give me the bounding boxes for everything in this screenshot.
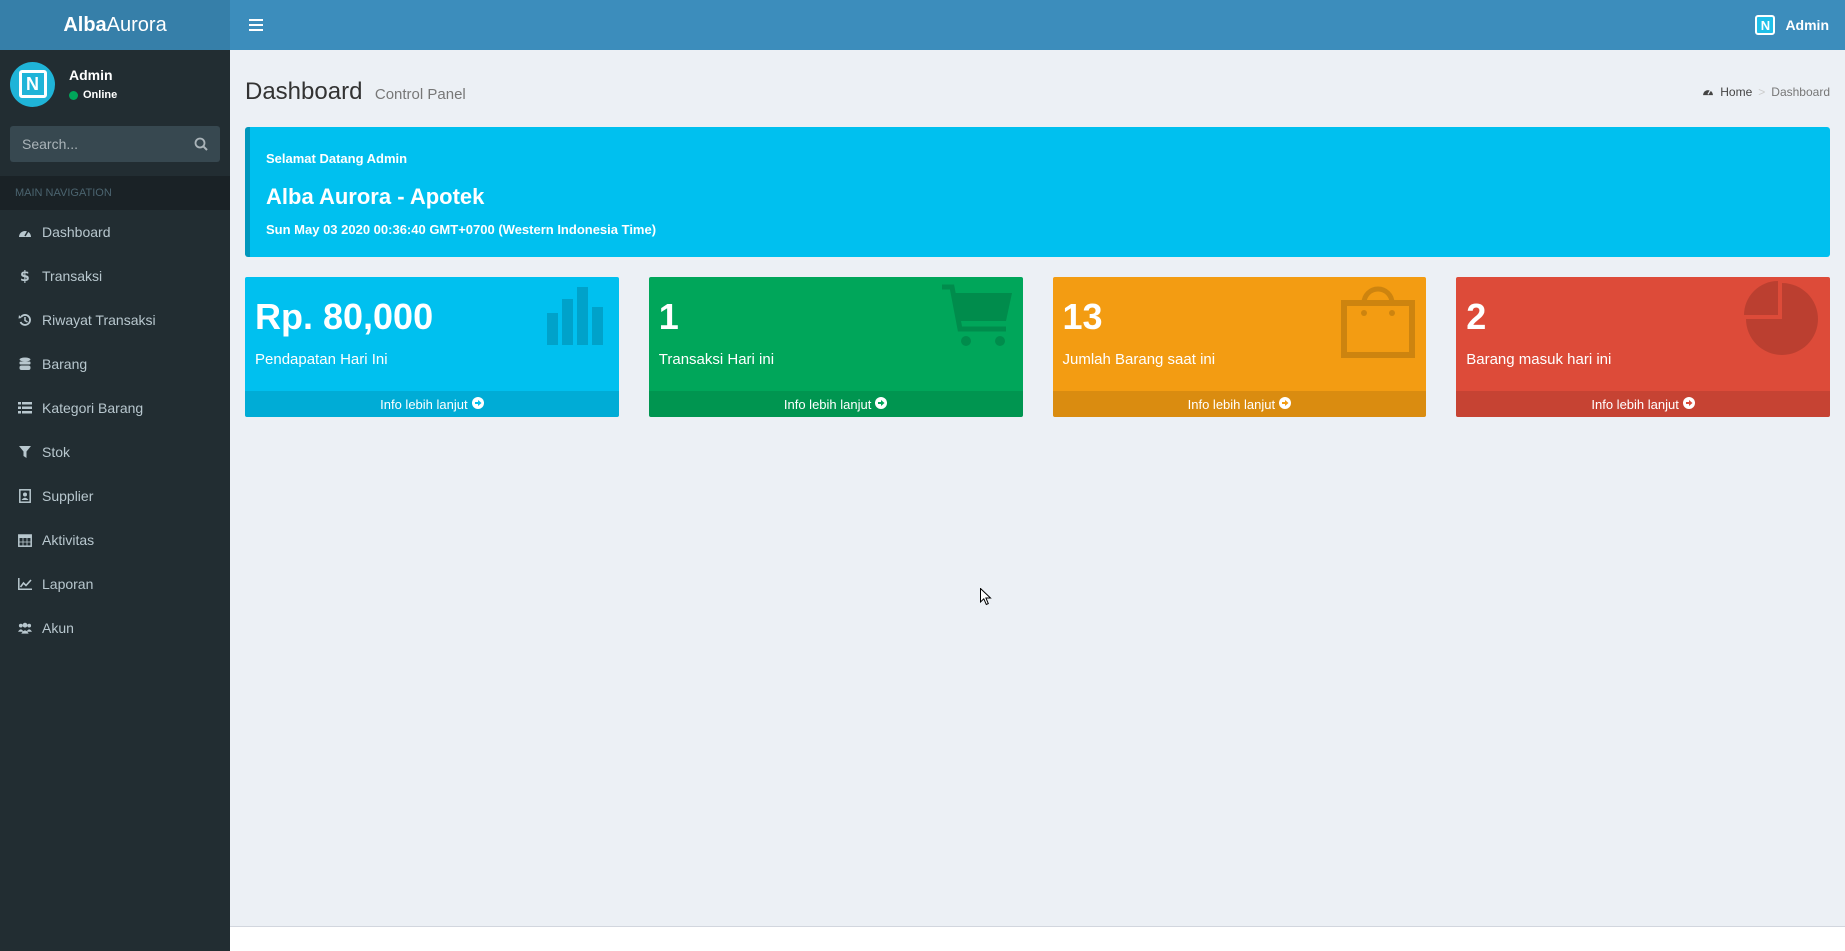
footer-text: Info lebih lanjut xyxy=(1187,396,1276,412)
sidebar: N Admin Online MAIN NAVIGATION Dashboard… xyxy=(0,50,230,951)
svg-text:$: $ xyxy=(20,269,30,283)
stat-value: 13 xyxy=(1062,296,1103,337)
sidebar-item-aktivitas[interactable]: Aktivitas xyxy=(0,518,230,562)
stat-value: 1 xyxy=(658,296,679,337)
stat-label: Barang masuk hari ini xyxy=(1466,351,1612,368)
sidebar-item-label: Dashboard xyxy=(42,224,111,240)
sidebar-item-label: Laporan xyxy=(42,576,94,592)
sidebar-menu: Dashboard $ Transaksi Riwayat Transaksi … xyxy=(0,210,230,650)
sidebar-item-laporan[interactable]: Laporan xyxy=(0,562,230,606)
dashboard-icon xyxy=(18,225,32,239)
list-icon xyxy=(18,401,32,415)
stat-value: 2 xyxy=(1466,296,1487,337)
breadcrumb-current: Dashboard xyxy=(1771,84,1830,99)
logo-light: Aurora xyxy=(106,13,167,36)
navbar-avatar: N xyxy=(1755,15,1776,35)
user-status: Online xyxy=(69,89,117,101)
navbar-user-menu[interactable]: N Admin xyxy=(1755,15,1829,35)
info-more-link[interactable]: Info lebih lanjut xyxy=(1456,391,1830,417)
navbar-user-name: Admin xyxy=(1785,17,1829,33)
footer-text: Info lebih lanjut xyxy=(1591,396,1679,412)
stat-box-inner: 1 Transaksi Hari ini xyxy=(649,277,1023,391)
sidebar-item-transaksi[interactable]: $ Transaksi xyxy=(0,254,230,298)
sidebar-item-barang[interactable]: Barang xyxy=(0,342,230,386)
filter-icon xyxy=(18,445,32,459)
database-icon xyxy=(18,357,32,371)
stat-box-barang-masuk: 2 Barang masuk hari ini Info lebih lanju… xyxy=(1456,277,1830,417)
breadcrumb-separator: > xyxy=(1758,84,1766,99)
footer-text: Info lebih lanjut xyxy=(783,396,872,412)
mouse-cursor-icon xyxy=(980,587,992,606)
stat-box-jumlah-barang: 13 Jumlah Barang saat ini Info lebih lan… xyxy=(1052,277,1427,417)
info-more-link[interactable]: Info lebih lanjut xyxy=(245,391,619,417)
stat-box-inner: 2 Barang masuk hari ini xyxy=(1456,277,1830,391)
sidebar-search xyxy=(10,126,220,162)
stat-box-inner: Rp. 80,000 Pendapatan Hari Ini xyxy=(245,277,619,391)
stat-boxes: Rp. 80,000 Pendapatan Hari Ini Info lebi… xyxy=(245,277,1830,417)
sidebar-item-supplier[interactable]: Supplier xyxy=(0,474,230,518)
sidebar-item-label: Transaksi xyxy=(42,268,103,284)
page-subtitle: Control Panel xyxy=(374,85,466,103)
history-icon xyxy=(18,313,32,327)
stat-box-transaksi: 1 Transaksi Hari ini Info lebih lanjut xyxy=(648,277,1023,417)
footer-text: Info lebih lanjut xyxy=(380,396,468,412)
sidebar-item-label: Kategori Barang xyxy=(42,400,144,416)
sidebar-item-label: Aktivitas xyxy=(42,532,95,548)
avatar-letter: N xyxy=(18,70,47,98)
status-text: Online xyxy=(83,89,118,101)
user-name: Admin xyxy=(69,67,113,83)
arrow-circle-right-icon xyxy=(471,396,484,412)
stat-label: Jumlah Barang saat ini xyxy=(1062,351,1216,368)
bars-icon[interactable] xyxy=(244,15,268,36)
dashboard-icon xyxy=(1702,85,1714,99)
search-input[interactable] xyxy=(22,136,182,152)
stat-box-pendapatan: Rp. 80,000 Pendapatan Hari Ini Info lebi… xyxy=(245,277,619,417)
callout-greeting: Selamat Datang Admin xyxy=(266,151,408,166)
breadcrumb-home[interactable]: Home xyxy=(1720,85,1752,99)
line-chart-icon xyxy=(18,577,32,591)
sidebar-item-label: Supplier xyxy=(42,488,94,504)
content-header: Dashboard Control Panel Home > Dashboard xyxy=(245,50,1830,127)
callout-title: Alba Aurora - Apotek xyxy=(266,184,485,209)
status-dot-icon xyxy=(69,90,78,100)
app-logo[interactable]: Alba Aurora xyxy=(0,0,230,50)
page-title: Dashboard xyxy=(245,77,363,105)
main-footer xyxy=(230,926,1845,951)
users-icon xyxy=(18,621,32,635)
stat-value: Rp. 80,000 xyxy=(255,296,434,337)
search-icon[interactable] xyxy=(194,137,208,151)
info-more-link[interactable]: Info lebih lanjut xyxy=(648,391,1023,417)
sidebar-item-stok[interactable]: Stok xyxy=(0,430,230,474)
sidebar-item-label: Akun xyxy=(42,620,74,636)
arrow-circle-right-icon xyxy=(1279,396,1292,412)
welcome-callout: Selamat Datang Admin Alba Aurora - Apote… xyxy=(245,127,1830,257)
sidebar-item-kategori-barang[interactable]: Kategori Barang xyxy=(0,386,230,430)
callout-date: Sun May 03 2020 00:36:40 GMT+0700 (Weste… xyxy=(266,222,657,237)
sidebar-item-riwayat-transaksi[interactable]: Riwayat Transaksi xyxy=(0,298,230,342)
sidebar-item-label: Stok xyxy=(42,444,71,460)
user-panel: N Admin Online xyxy=(0,50,230,118)
calendar-icon xyxy=(18,533,32,547)
nav-header: MAIN NAVIGATION xyxy=(0,176,230,210)
dollar-icon: $ xyxy=(18,269,32,283)
stat-label: Pendapatan Hari Ini xyxy=(255,351,388,368)
logo-bold: Alba xyxy=(63,13,107,36)
content-wrapper: Dashboard Control Panel Home > Dashboard… xyxy=(230,50,1845,951)
avatar: N xyxy=(10,61,55,107)
stat-label: Transaksi Hari ini xyxy=(658,351,775,368)
breadcrumb: Home > Dashboard xyxy=(1702,85,1830,99)
top-navbar: N Admin xyxy=(230,0,1845,50)
arrow-circle-right-icon xyxy=(875,396,888,412)
info-more-link[interactable]: Info lebih lanjut xyxy=(1052,391,1427,417)
sidebar-item-dashboard[interactable]: Dashboard xyxy=(0,210,230,254)
address-book-icon xyxy=(18,489,32,503)
arrow-circle-right-icon xyxy=(1682,396,1695,412)
sidebar-item-label: Riwayat Transaksi xyxy=(42,312,156,328)
stat-box-inner: 13 Jumlah Barang saat ini xyxy=(1053,277,1427,391)
sidebar-item-label: Barang xyxy=(42,356,88,372)
sidebar-item-akun[interactable]: Akun xyxy=(0,606,230,650)
